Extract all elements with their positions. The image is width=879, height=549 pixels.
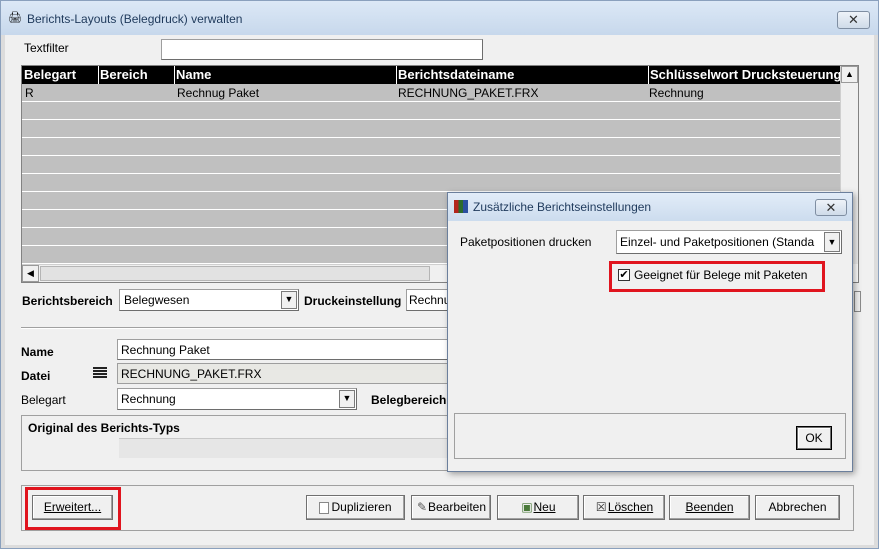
cell-belegart: R — [25, 86, 34, 100]
column-header-bereich[interactable]: Bereich — [100, 67, 174, 82]
original-field — [119, 438, 457, 458]
column-header-schluesselwort[interactable]: Schlüsselwort Drucksteuerung — [650, 67, 840, 82]
textfilter-input[interactable] — [161, 39, 483, 60]
close-button[interactable]: ✕ — [837, 11, 870, 29]
datei-label: Datei — [21, 369, 51, 383]
druckeinstellung-value: Rechnu — [409, 293, 451, 307]
berichtsbereich-value: Belegwesen — [124, 293, 190, 307]
duplizieren-button[interactable]: Duplizieren — [306, 495, 405, 520]
additional-settings-dialog: Zusätzliche Berichtseinstellungen ✕ Pake… — [447, 192, 853, 472]
grid-header: Belegart Bereich Name Berichtsdateiname … — [22, 66, 840, 84]
paketpositionen-value: Einzel- und Paketpositionen (Standa — [620, 235, 815, 249]
berichtsbereich-label: Berichtsbereich — [22, 294, 113, 308]
druckeinstellung-button-edge[interactable] — [854, 291, 861, 312]
abbrechen-label: Abbrechen — [768, 500, 827, 514]
loeschen-label: Löschen — [607, 500, 654, 514]
column-header-berichtsdateiname[interactable]: Berichtsdateiname — [398, 67, 648, 82]
delete-icon: ☒ — [595, 500, 607, 514]
cell-name: Rechnug Paket — [177, 86, 260, 100]
dialog-title-bar: Zusätzliche Berichtseinstellungen ✕ — [448, 193, 852, 221]
bearbeiten-label: Bearbeiten — [427, 500, 487, 514]
beenden-label: Beenden — [685, 500, 734, 514]
chevron-down-icon[interactable]: ▼ — [824, 232, 840, 252]
paketpositionen-select[interactable]: Einzel- und Paketpositionen (Standa ▼ — [616, 230, 842, 254]
datei-input[interactable]: RECHNUNG_PAKET.FRX — [117, 363, 457, 384]
list-icon[interactable] — [93, 366, 107, 379]
name-label: Name — [21, 345, 54, 359]
neu-button[interactable]: ▣Neu — [497, 495, 579, 520]
duplicate-icon — [319, 501, 330, 514]
erweitert-button[interactable]: Erweitert... — [32, 495, 113, 520]
name-input[interactable]: Rechnung Paket — [117, 339, 457, 360]
cell-berichtsdateiname: RECHNUNG_PAKET.FRX — [398, 86, 539, 100]
window-title: Berichts-Layouts (Belegdruck) verwalten — [27, 12, 243, 26]
abbrechen-button[interactable]: Abbrechen — [755, 495, 840, 520]
chevron-down-icon[interactable]: ▼ — [339, 390, 355, 408]
druckeinstellung-label: Druckeinstellung — [304, 294, 402, 308]
scroll-left-icon[interactable]: ◀ — [22, 265, 39, 282]
column-header-name[interactable]: Name — [176, 67, 396, 82]
scroll-up-icon[interactable]: ▲ — [841, 66, 858, 83]
original-label: Original des Berichts-Typs — [28, 421, 180, 435]
ok-label: OK — [805, 431, 823, 445]
erweitert-label: Erweitert... — [43, 500, 102, 514]
bearbeiten-button[interactable]: ✎Bearbeiten — [411, 495, 491, 520]
dialog-title: Zusätzliche Berichtseinstellungen — [473, 200, 652, 214]
table-row[interactable]: R Rechnug Paket RECHNUNG_PAKET.FRX Rechn… — [22, 84, 840, 102]
table-row-empty — [22, 156, 840, 174]
ok-button[interactable]: OK — [796, 426, 832, 450]
paketpositionen-label: Paketpositionen drucken — [460, 235, 592, 249]
checkmark-icon: ✔ — [619, 269, 629, 281]
table-row-empty — [22, 102, 840, 120]
neu-label: Neu — [533, 500, 556, 514]
belegart-label: Belegart — [21, 393, 66, 407]
separator — [21, 327, 451, 329]
geeignet-checkbox-label[interactable]: Geeignet für Belege mit Paketen — [634, 268, 807, 282]
berichtsbereich-select[interactable]: Belegwesen ▼ — [119, 289, 299, 311]
table-row-empty — [22, 120, 840, 138]
cell-schluesselwort: Rechnung — [649, 86, 704, 100]
beenden-button[interactable]: Beenden — [669, 495, 750, 520]
table-row-empty — [22, 174, 840, 192]
close-icon: ✕ — [848, 12, 859, 27]
original-group: Original des Berichts-Typs — [21, 415, 457, 471]
report-icon — [454, 200, 468, 213]
duplizieren-label: Duplizieren — [331, 500, 392, 514]
close-icon: ✕ — [825, 200, 837, 215]
textfilter-label: Textfilter — [24, 41, 69, 55]
title-bar: 🖨 Berichts-Layouts (Belegdruck) verwalte… — [1, 1, 878, 35]
table-row-empty — [22, 138, 840, 156]
belegart-select[interactable]: Rechnung ▼ — [117, 388, 357, 410]
horizontal-scroll-thumb[interactable] — [40, 266, 430, 281]
printer-icon: 🖨 — [8, 12, 22, 24]
dialog-button-group — [454, 413, 846, 459]
belegart-value: Rechnung — [121, 392, 176, 406]
datei-value: RECHNUNG_PAKET.FRX — [121, 367, 262, 381]
chevron-down-icon[interactable]: ▼ — [281, 291, 297, 309]
pencil-icon: ✎ — [416, 500, 427, 514]
belegbereich-label: Belegbereich — [371, 393, 447, 407]
new-icon: ▣ — [521, 500, 533, 514]
loeschen-button[interactable]: ☒Löschen — [583, 495, 665, 520]
dialog-close-button[interactable]: ✕ — [815, 199, 847, 216]
column-header-belegart[interactable]: Belegart — [24, 67, 98, 82]
name-value: Rechnung Paket — [121, 343, 210, 357]
geeignet-checkbox[interactable]: ✔ — [618, 269, 630, 281]
